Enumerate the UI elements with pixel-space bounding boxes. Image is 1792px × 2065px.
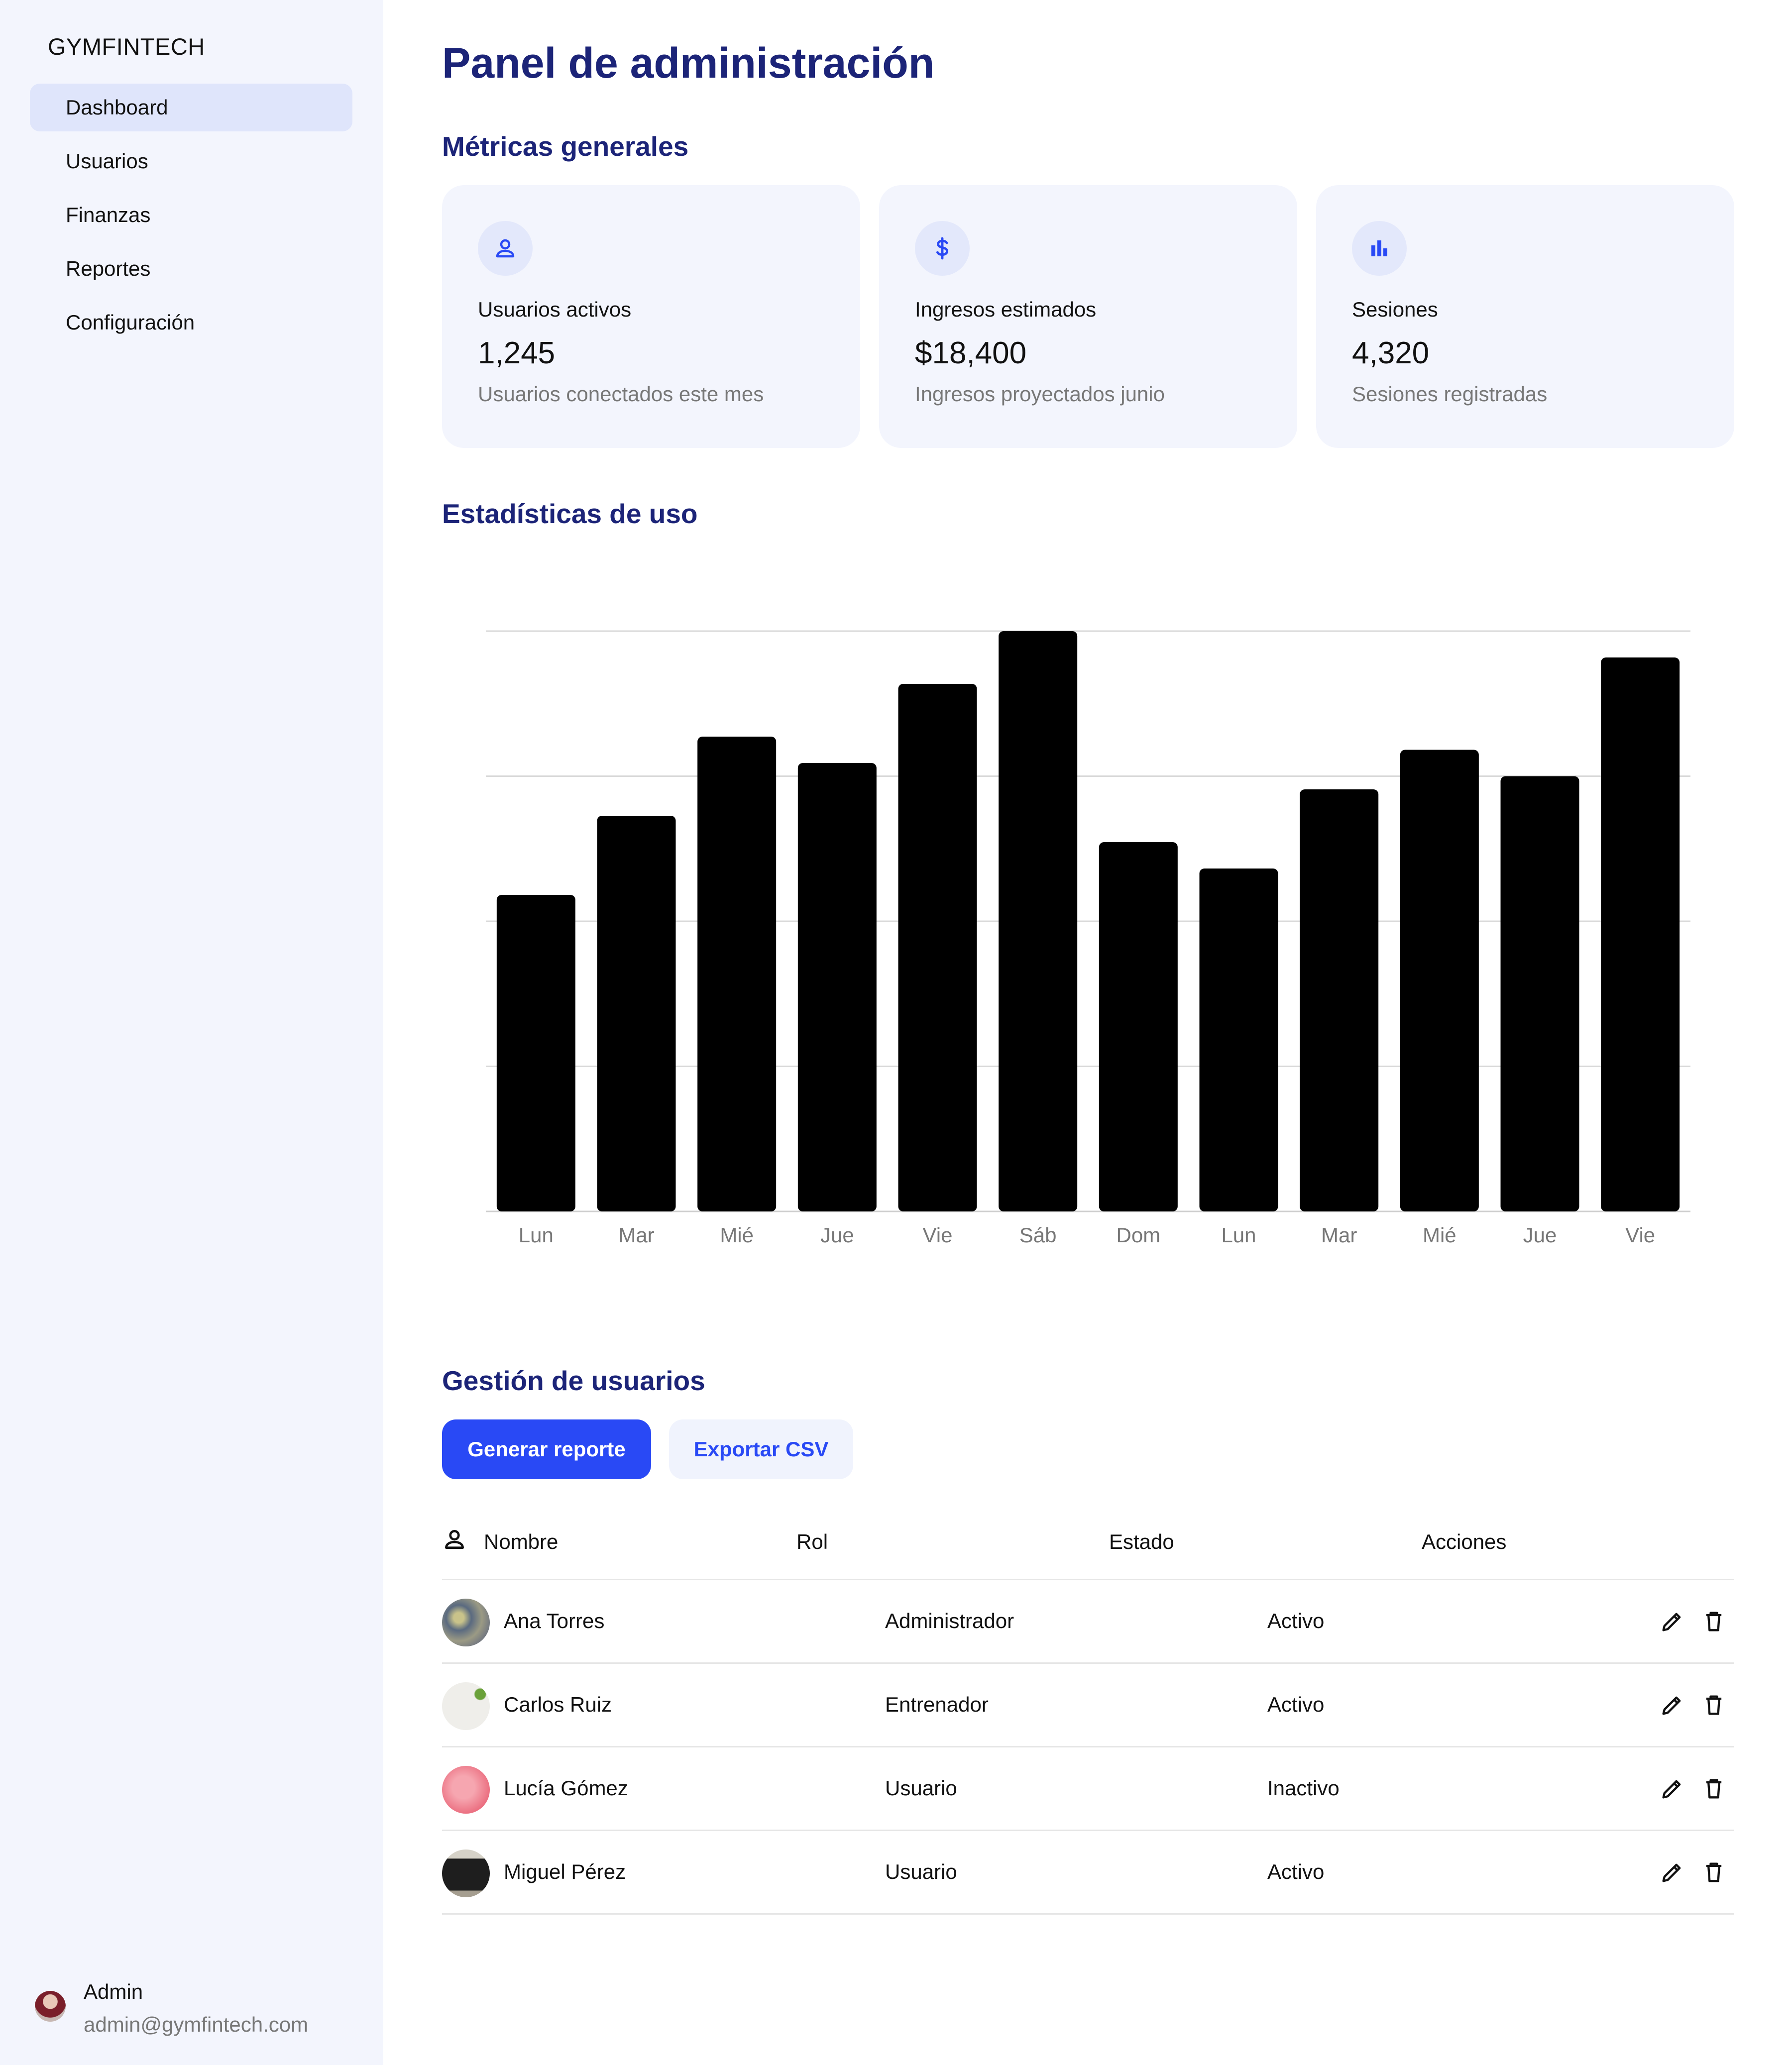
- user-name: Admin: [84, 1980, 143, 2003]
- chart-tick-label: Mié: [1423, 1223, 1456, 1247]
- chart-bar[interactable]: [1601, 657, 1680, 1211]
- avatar: [442, 1599, 490, 1646]
- avatar: [35, 1991, 66, 2022]
- chart-bar[interactable]: [797, 763, 877, 1211]
- edit-icon[interactable]: [1655, 1771, 1689, 1806]
- metric-label: Sesiones: [1352, 298, 1438, 321]
- user-role-cell: Usuario: [885, 1860, 957, 1883]
- sidebar-item-usuarios[interactable]: Usuarios: [30, 137, 352, 185]
- chart-tick-label: Lun: [1221, 1223, 1256, 1247]
- chart-bar[interactable]: [597, 816, 676, 1211]
- brand-name: GYMFINTECH: [48, 33, 205, 60]
- metric-card-revenue: Ingresos estimados $18,400 Ingresos proy…: [879, 185, 1297, 448]
- person-icon: [445, 1530, 464, 1549]
- user-name-cell: Miguel Pérez: [504, 1860, 626, 1883]
- chart-tick-label: Mar: [1321, 1223, 1357, 1247]
- generate-report-button[interactable]: Generar reporte: [442, 1419, 651, 1479]
- chart-tick-label: Jue: [820, 1223, 854, 1247]
- dollar-icon: [915, 221, 970, 276]
- sidebar-item-finanzas[interactable]: Finanzas: [30, 191, 352, 239]
- edit-icon[interactable]: [1655, 1855, 1689, 1890]
- edit-icon[interactable]: [1655, 1604, 1689, 1639]
- chart-bar[interactable]: [1099, 842, 1178, 1211]
- metric-cards: Usuarios activos 1,245 Usuarios conectad…: [442, 185, 1734, 448]
- table-row: Ana Torres Administrador Activo: [442, 1580, 1734, 1664]
- chart-tick-label: Mar: [618, 1223, 654, 1247]
- metric-subtitle: Ingresos proyectados junio: [915, 382, 1165, 406]
- sidebar-nav: Dashboard Usuarios Finanzas Reportes Con…: [30, 84, 352, 352]
- user-email: admin@gymfintech.com: [84, 2013, 309, 2036]
- avatar: [442, 1766, 490, 1814]
- chart-tick-label: Jue: [1523, 1223, 1557, 1247]
- column-header-role[interactable]: Rol: [796, 1530, 828, 1554]
- chart-tick-label: Sáb: [1019, 1223, 1057, 1247]
- chart-tick-label: Vie: [923, 1223, 953, 1247]
- chart-bar[interactable]: [1500, 776, 1579, 1212]
- user-name-cell: Lucía Gómez: [504, 1776, 628, 1800]
- metrics-section-title: Métricas generales: [442, 131, 689, 162]
- user-role-cell: Usuario: [885, 1776, 957, 1800]
- chart-tick-label: Dom: [1116, 1223, 1160, 1247]
- metric-value: 1,245: [478, 336, 556, 370]
- column-header-name[interactable]: Nombre: [484, 1530, 558, 1554]
- metric-subtitle: Sesiones registradas: [1352, 382, 1548, 406]
- chart-tick-label: Lun: [519, 1223, 554, 1247]
- delete-icon[interactable]: [1696, 1688, 1731, 1723]
- chart-bar[interactable]: [1300, 789, 1379, 1211]
- metric-value: $18,400: [915, 336, 1027, 370]
- user-status-cell: Inactivo: [1267, 1776, 1340, 1800]
- person-icon: [478, 221, 533, 276]
- users-section-title: Gestión de usuarios: [442, 1365, 705, 1396]
- chart-bar[interactable]: [1199, 869, 1278, 1211]
- avatar: [442, 1849, 490, 1897]
- sidebar-item-configuracion[interactable]: Configuración: [30, 299, 352, 346]
- metric-value: 4,320: [1352, 336, 1430, 370]
- user-status-cell: Activo: [1267, 1860, 1325, 1883]
- sidebar-item-reportes[interactable]: Reportes: [30, 245, 352, 293]
- sidebar: GYMFINTECH Dashboard Usuarios Finanzas R…: [0, 0, 383, 2065]
- chart-tick-label: Vie: [1625, 1223, 1655, 1247]
- user-status-cell: Activo: [1267, 1609, 1325, 1632]
- avatar: [442, 1682, 490, 1730]
- metric-label: Usuarios activos: [478, 298, 632, 321]
- chart-bar[interactable]: [697, 737, 777, 1211]
- usage-section-title: Estadísticas de uso: [442, 498, 698, 529]
- chart-bar[interactable]: [496, 895, 575, 1211]
- chart-tick-label: Mié: [720, 1223, 754, 1247]
- delete-icon[interactable]: [1696, 1855, 1731, 1890]
- column-header-status[interactable]: Estado: [1109, 1530, 1174, 1554]
- sidebar-item-dashboard[interactable]: Dashboard: [30, 84, 352, 131]
- users-table: Nombre Rol Estado Acciones Ana Torres Ad…: [442, 1513, 1734, 1915]
- export-csv-button[interactable]: Exportar CSV: [669, 1419, 853, 1479]
- metric-card-sessions: Sesiones 4,320 Sesiones registradas: [1316, 185, 1734, 448]
- delete-icon[interactable]: [1696, 1771, 1731, 1806]
- chart-bar[interactable]: [1400, 750, 1479, 1212]
- delete-icon[interactable]: [1696, 1604, 1731, 1639]
- user-role-cell: Entrenador: [885, 1693, 989, 1716]
- user-name-cell: Carlos Ruiz: [504, 1693, 612, 1716]
- edit-icon[interactable]: [1655, 1688, 1689, 1723]
- table-row: Carlos Ruiz Entrenador Activo: [442, 1664, 1734, 1747]
- metric-card-active-users: Usuarios activos 1,245 Usuarios conectad…: [442, 185, 860, 448]
- chart-bar[interactable]: [999, 631, 1078, 1211]
- user-role-cell: Administrador: [885, 1609, 1014, 1632]
- bar-chart-icon: [1352, 221, 1407, 276]
- user-name-cell: Ana Torres: [504, 1609, 605, 1632]
- chart-bar[interactable]: [898, 684, 977, 1211]
- metric-label: Ingresos estimados: [915, 298, 1097, 321]
- user-status-cell: Activo: [1267, 1693, 1325, 1716]
- metric-subtitle: Usuarios conectados este mes: [478, 382, 764, 406]
- page-title: Panel de administración: [442, 39, 935, 87]
- column-header-actions: Acciones: [1422, 1530, 1507, 1553]
- table-header: Nombre Rol Estado Acciones: [442, 1513, 1734, 1580]
- usage-bar-chart: Lun Mar Mié Jue Vie Sáb Dom Lun Mar Mié Jue Vie: [486, 630, 1690, 1247]
- table-row: Miguel Pérez Usuario Activo: [442, 1831, 1734, 1915]
- table-row: Lucía Gómez Usuario Inactivo: [442, 1747, 1734, 1831]
